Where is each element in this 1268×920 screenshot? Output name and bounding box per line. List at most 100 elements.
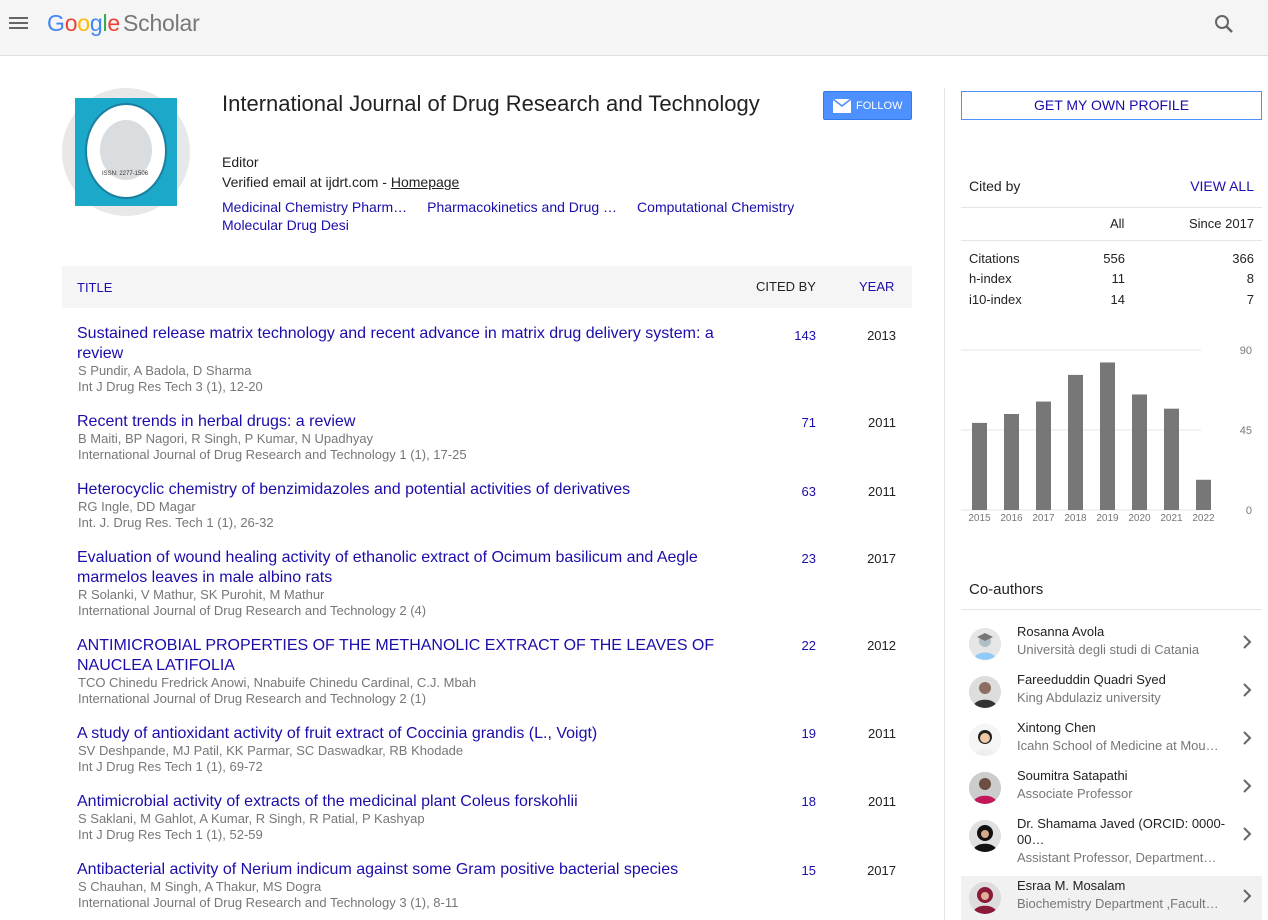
co-authors-heading: Co-authors	[969, 581, 1044, 598]
chart-y-tick-label: 0	[1246, 505, 1252, 517]
chevron-right-icon	[1240, 887, 1254, 905]
stat-since: 366	[1232, 251, 1254, 266]
citations-per-year-chart: 90 45 0 2015 2016 2017 2018 2019 2020 2021 2022	[961, 345, 1252, 524]
coauthor-affiliation: Biochemistry Department ,Facult…	[1017, 896, 1219, 911]
coauthor-name: Esraa M. Mosalam	[1017, 878, 1126, 893]
stat-all: 556	[1103, 251, 1125, 266]
article-year: 2011	[868, 726, 896, 741]
article-title-link[interactable]: Heterocyclic chemistry of benzimidazoles…	[77, 480, 722, 500]
cited-by-count[interactable]: 143	[794, 328, 816, 343]
coauthor-avatar	[969, 628, 1001, 660]
coauthor-item[interactable]: Rosanna Avola Università degli studi di …	[961, 622, 1262, 670]
article-authors: B Maiti, BP Nagori, R Singh, P Kumar, N …	[78, 431, 374, 446]
interest-link[interactable]: Molecular Drug Desi	[222, 216, 349, 234]
chart-bar-2022[interactable]	[1196, 479, 1211, 510]
chart-x-tick-label: 2018	[1064, 513, 1087, 524]
article-year: 2013	[867, 328, 896, 343]
chart-bar-2017[interactable]	[1036, 401, 1051, 510]
stat-label: i10-index	[969, 292, 1022, 307]
article-year: 2012	[867, 638, 896, 653]
sort-by-year[interactable]: YEAR	[859, 279, 894, 294]
coauthor-item[interactable]: Xintong Chen Icahn School of Medicine at…	[961, 718, 1262, 766]
coauthor-name: Fareeduddin Quadri Syed	[1017, 672, 1166, 687]
chart-x-tick-label: 2020	[1128, 513, 1151, 524]
chevron-right-icon	[1240, 729, 1254, 747]
cited-by-count[interactable]: 63	[802, 484, 816, 499]
article-title-link[interactable]: ANTIMICROBIAL PROPERTIES OF THE METHANOL…	[77, 636, 722, 676]
chart-bar-2015[interactable]	[972, 422, 987, 510]
cited-by-count[interactable]: 71	[802, 415, 816, 430]
coauthor-item[interactable]: Soumitra Satapathi Associate Professor	[961, 766, 1262, 814]
cited-by-count[interactable]: 22	[802, 638, 816, 653]
articles-table-header: TITLE CITED BY YEAR	[62, 266, 912, 308]
article-venue: Int J Drug Res Tech 3 (1), 12-20	[78, 379, 263, 394]
column-divider	[944, 88, 945, 920]
article-venue: Int J Drug Res Tech 1 (1), 69-72	[78, 759, 263, 774]
article-authors: RG Ingle, DD Magar	[78, 499, 196, 514]
article-year: 2011	[868, 794, 896, 809]
chart-x-tick-label: 2019	[1096, 513, 1119, 524]
divider	[961, 240, 1262, 241]
search-icon[interactable]	[1212, 12, 1236, 36]
cited-by-count[interactable]: 23	[802, 551, 816, 566]
article-title-link[interactable]: A study of antioxidant activity of fruit…	[77, 724, 722, 744]
coauthor-affiliation: Icahn School of Medicine at Mou…	[1017, 738, 1219, 753]
stats-col-all: All	[1110, 216, 1125, 231]
top-bar: Google Scholar	[0, 0, 1268, 56]
article-title-link[interactable]: Antibacterial activity of Nerium indicum…	[77, 860, 722, 880]
chart-x-tick-label: 2022	[1192, 513, 1215, 524]
coauthor-item[interactable]: Dr. Shamama Javed (ORCID: 0000-00… Assis…	[961, 814, 1262, 870]
cited-by-count[interactable]: 18	[802, 794, 816, 809]
homepage-link[interactable]: Homepage	[391, 174, 460, 190]
chart-y-tick-label: 90	[1240, 345, 1252, 357]
stat-since: 7	[1246, 292, 1254, 307]
sort-by-title[interactable]: TITLE	[77, 280, 112, 295]
profile-affiliation: Editor	[222, 154, 259, 170]
research-interests: Medicinal Chemistry Pharm… Pharmacokineti…	[222, 198, 832, 234]
article-year: 2017	[867, 863, 896, 878]
coauthor-affiliation: Università degli studi di Catania	[1017, 642, 1200, 657]
stat-label: h-index	[969, 271, 1012, 286]
interest-link[interactable]: Medicinal Chemistry Pharm…	[222, 198, 407, 216]
cited-by-count[interactable]: 19	[802, 726, 816, 741]
article-year: 2011	[868, 415, 896, 430]
chart-x-tick-label: 2017	[1032, 513, 1055, 524]
get-my-own-profile-button[interactable]: GET MY OWN PROFILE	[961, 91, 1262, 120]
chart-bar-2020[interactable]	[1132, 394, 1147, 510]
interest-link[interactable]: Pharmacokinetics and Drug …	[427, 198, 617, 216]
stat-since: 8	[1246, 271, 1254, 286]
chart-bar-2021[interactable]	[1164, 408, 1179, 510]
coauthor-affiliation: King Abdulaziz university	[1017, 690, 1161, 705]
coauthor-name: Soumitra Satapathi	[1017, 768, 1128, 783]
chart-bar-2016[interactable]	[1004, 414, 1019, 510]
cited-by-column-header[interactable]: CITED BY	[756, 279, 816, 294]
article-year: 2011	[868, 484, 896, 499]
chart-bar-2018[interactable]	[1068, 374, 1083, 510]
article-authors: SV Deshpande, MJ Patil, KK Parmar, SC Da…	[78, 743, 464, 758]
divider	[961, 207, 1262, 208]
article-authors: S Pundir, A Badola, D Sharma	[78, 363, 252, 378]
google-scholar-logo[interactable]: Google Scholar	[47, 10, 200, 37]
article-authors: TCO Chinedu Fredrick Anowi, Nnabuife Chi…	[78, 675, 477, 690]
coauthor-item[interactable]: Esraa M. Mosalam Biochemistry Department…	[961, 876, 1262, 920]
hamburger-menu-icon[interactable]	[8, 12, 32, 36]
coauthor-avatar	[969, 724, 1001, 756]
article-title-link[interactable]: Antimicrobial activity of extracts of th…	[77, 792, 722, 812]
article-venue: International Journal of Drug Research a…	[78, 447, 467, 462]
profile-name: International Journal of Drug Research a…	[222, 91, 760, 116]
article-title-link[interactable]: Recent trends in herbal drugs: a review	[77, 412, 722, 432]
article-title-link[interactable]: Evaluation of wound healing activity of …	[77, 548, 722, 588]
avatar-issn-text: ISSN: 2277-1506	[102, 171, 149, 177]
view-all-link[interactable]: VIEW ALL	[1190, 178, 1254, 194]
article-title-link[interactable]: Sustained release matrix technology and …	[77, 324, 722, 364]
coauthor-name: Xintong Chen	[1017, 720, 1096, 735]
chart-bar-2019[interactable]	[1100, 362, 1115, 510]
coauthor-item[interactable]: Fareeduddin Quadri Syed King Abdulaziz u…	[961, 670, 1262, 718]
stat-row-citations: Citations 556 366	[969, 251, 1254, 271]
coauthor-avatar	[969, 882, 1001, 914]
article-authors: S Chauhan, M Singh, A Thakur, MS Dogra	[78, 879, 322, 894]
interest-link[interactable]: Computational Chemistry	[637, 198, 794, 216]
follow-button[interactable]: FOLLOW	[823, 91, 912, 120]
cited-by-count[interactable]: 15	[802, 863, 816, 878]
chevron-right-icon	[1240, 633, 1254, 651]
